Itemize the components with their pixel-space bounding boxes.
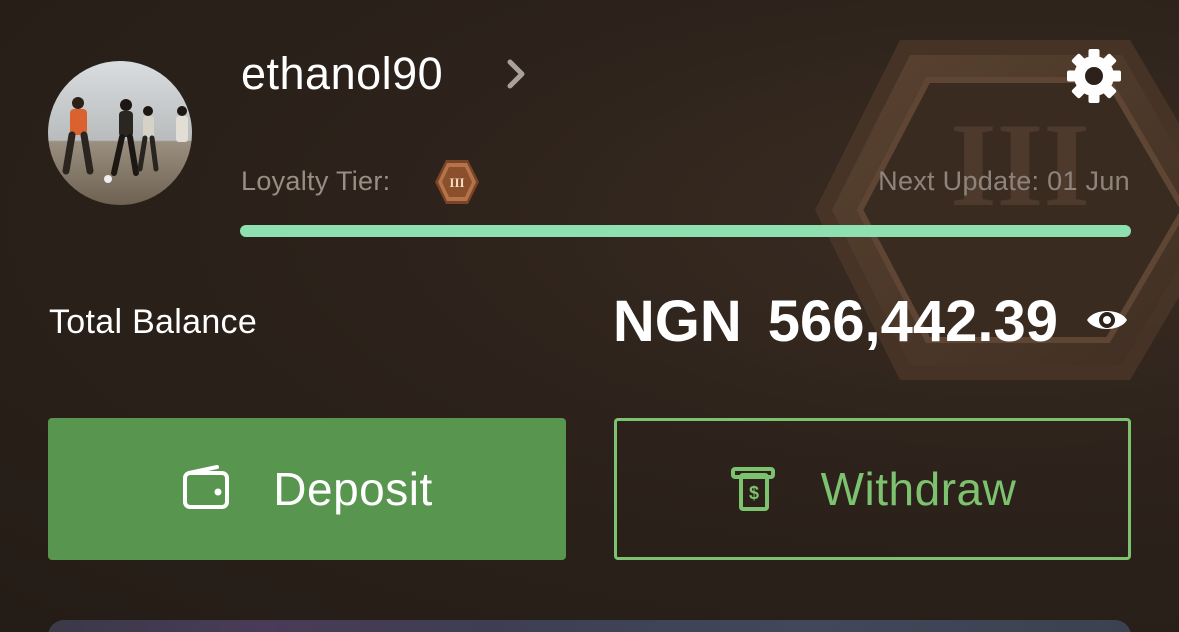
balance-amount: 566,442.39 — [767, 289, 1058, 354]
gear-icon[interactable] — [1064, 46, 1124, 106]
loyalty-tier-label: Loyalty Tier: — [241, 166, 391, 196]
promo-card[interactable] — [48, 620, 1131, 632]
avatar[interactable] — [48, 61, 192, 205]
total-balance-label: Total Balance — [49, 303, 258, 341]
cash-withdraw-icon: $ — [730, 467, 775, 511]
eye-icon[interactable] — [1084, 300, 1130, 340]
next-update-text: Next Update: 01 Jun — [878, 166, 1130, 196]
deposit-label: Deposit — [273, 463, 433, 515]
loyalty-progress-fill — [240, 225, 1131, 237]
balance-currency: NGN — [612, 289, 742, 354]
total-balance-value: NGN 566,442.39 — [613, 286, 1058, 358]
account-screen: III ethanol90 Loyalty Tier: III Next Upd… — [0, 0, 1179, 632]
deposit-button[interactable]: Deposit — [48, 418, 566, 560]
username[interactable]: ethanol90 — [241, 46, 443, 102]
wallet-icon — [183, 465, 230, 509]
avatar-photo — [48, 61, 192, 205]
svg-text:$: $ — [749, 483, 759, 503]
tier-badge-text: III — [449, 175, 464, 190]
withdraw-button[interactable]: $ Withdraw — [614, 418, 1131, 560]
withdraw-label: Withdraw — [820, 463, 1017, 515]
loyalty-progress-bar — [240, 225, 1131, 237]
chevron-right-icon[interactable] — [500, 54, 532, 94]
tier-badge-icon[interactable]: III — [434, 158, 480, 206]
